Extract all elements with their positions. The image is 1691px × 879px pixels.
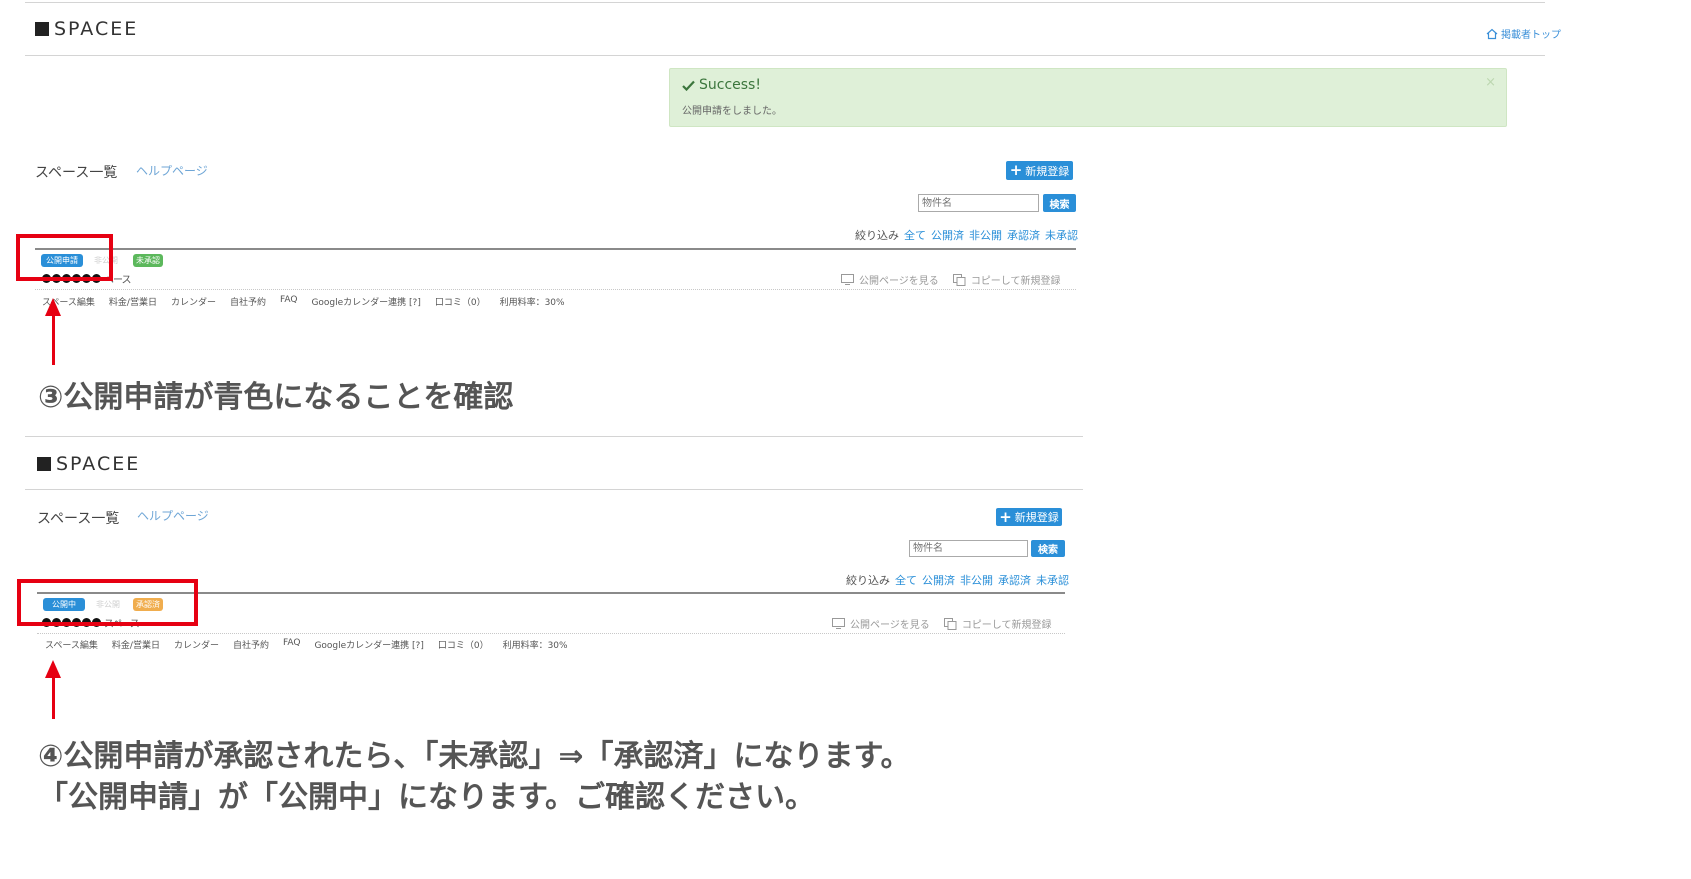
view-public-page-link[interactable]: 公開ページを見る <box>841 272 939 287</box>
usage-rate: 利用料率：30% <box>499 298 565 308</box>
page-title-2: スペース一覧 <box>37 511 120 527</box>
new-register-button[interactable]: + 新規登録 <box>1006 161 1073 180</box>
row-divider-2 <box>37 633 1065 634</box>
filter-private[interactable]: 非公開 <box>969 227 1002 243</box>
menu-google-calendar[interactable]: Googleカレンダー連携 [?] <box>314 638 423 651</box>
view-public-page-link-2[interactable]: 公開ページを見る <box>832 616 930 631</box>
filter-unapproved[interactable]: 未承認 <box>1036 572 1069 588</box>
menu-price-hours[interactable]: 料金/営業日 <box>109 295 157 308</box>
logo-mark-icon <box>37 457 51 471</box>
status-badge-unapproved: 未承認 <box>133 254 163 267</box>
space-sub-menu: スペース編集 料金/営業日 カレンダー 自社予約 FAQ Googleカレンダー… <box>42 295 565 308</box>
menu-calendar[interactable]: カレンダー <box>171 295 216 308</box>
menu-price-hours[interactable]: 料金/営業日 <box>112 638 160 651</box>
search-input[interactable] <box>918 194 1039 212</box>
menu-faq[interactable]: FAQ <box>283 638 300 651</box>
top-link[interactable]: 掲載者トップ <box>1486 26 1561 41</box>
help-link-2[interactable]: ヘルプページ <box>137 507 209 524</box>
space-sub-menu-2: スペース編集 料金/営業日 カレンダー 自社予約 FAQ Googleカレンダー… <box>45 638 568 651</box>
filter-published[interactable]: 公開済 <box>922 572 955 588</box>
alert-close-button[interactable]: × <box>1485 75 1496 90</box>
header-divider-2 <box>25 489 1083 490</box>
search-button-2[interactable]: 検索 <box>1031 540 1065 557</box>
success-alert: Success! 公開申請をしました。 × <box>669 68 1507 127</box>
copy-icon <box>943 617 957 630</box>
home-icon <box>1486 28 1498 39</box>
search-button[interactable]: 検索 <box>1043 194 1076 212</box>
alert-message: 公開申請をしました。 <box>682 106 782 117</box>
copy-new-register-link-2[interactable]: コピーして新規登録 <box>943 616 1052 631</box>
filter-approved[interactable]: 承認済 <box>1007 227 1040 243</box>
arrow-shaft-2 <box>52 676 55 719</box>
annotation-step4-line1: ④公開申請が承認されたら、「未承認」⇒「承認済」になります。 <box>38 739 911 774</box>
plus-icon: + <box>999 507 1012 526</box>
filter-all[interactable]: 全て <box>895 572 917 588</box>
logo-text: SPACEE <box>54 18 139 40</box>
usage-rate: 利用料率：30% <box>502 641 568 651</box>
annotation-step3: ③公開申請が青色になることを確認 <box>38 380 514 415</box>
arrow-shaft-1 <box>52 314 55 365</box>
filter-private[interactable]: 非公開 <box>960 572 993 588</box>
filter-row-2: 絞り込み 全て 公開済 非公開 承認済 未承認 <box>846 572 1069 588</box>
filter-unapproved[interactable]: 未承認 <box>1045 227 1078 243</box>
search-input-2[interactable] <box>909 540 1028 557</box>
filter-all[interactable]: 全て <box>904 227 926 243</box>
check-icon <box>682 80 695 91</box>
filter-row: 絞り込み 全て 公開済 非公開 承認済 未承認 <box>855 227 1078 243</box>
new-register-button-2[interactable]: + 新規登録 <box>996 508 1062 526</box>
menu-reviews[interactable]: 口コミ（0） <box>435 295 486 308</box>
highlight-box-1 <box>16 234 113 281</box>
logo-2[interactable]: SPACEE <box>37 453 140 475</box>
filter-label: 絞り込み <box>846 574 890 587</box>
filter-published[interactable]: 公開済 <box>931 227 964 243</box>
top-border <box>25 2 1545 3</box>
monitor-icon <box>841 274 854 285</box>
logo-text-2: SPACEE <box>56 453 141 475</box>
row-divider <box>35 289 1076 290</box>
menu-reviews[interactable]: 口コミ（0） <box>438 638 489 651</box>
top-link-label: 掲載者トップ <box>1501 30 1561 41</box>
annotation-step4-line2: 「公開申請」が「公開中」になります。ご確認ください。 <box>38 780 815 815</box>
page-title: スペース一覧 <box>35 165 118 181</box>
header-divider <box>25 55 1545 56</box>
monitor-icon <box>832 618 845 629</box>
menu-own-booking[interactable]: 自社予約 <box>233 638 269 651</box>
help-link[interactable]: ヘルプページ <box>136 162 208 179</box>
menu-own-booking[interactable]: 自社予約 <box>230 295 266 308</box>
top-border-2 <box>25 436 1083 437</box>
menu-faq[interactable]: FAQ <box>280 295 297 308</box>
row-actions-2: 公開ページを見る コピーして新規登録 <box>832 616 1052 631</box>
plus-icon: + <box>1009 161 1023 179</box>
logo[interactable]: SPACEE <box>35 18 138 40</box>
highlight-box-2 <box>17 579 198 626</box>
menu-calendar[interactable]: カレンダー <box>174 638 219 651</box>
filter-approved[interactable]: 承認済 <box>998 572 1031 588</box>
menu-space-edit[interactable]: スペース編集 <box>45 638 98 651</box>
menu-google-calendar[interactable]: Googleカレンダー連携 [?] <box>311 295 420 308</box>
filter-label: 絞り込み <box>855 229 899 242</box>
list-top-line <box>35 248 1076 250</box>
logo-mark-icon <box>35 22 49 36</box>
row-actions: 公開ページを見る コピーして新規登録 <box>841 272 1061 287</box>
alert-title: Success! <box>682 77 761 93</box>
copy-new-register-link[interactable]: コピーして新規登録 <box>952 272 1061 287</box>
copy-icon <box>952 273 966 286</box>
